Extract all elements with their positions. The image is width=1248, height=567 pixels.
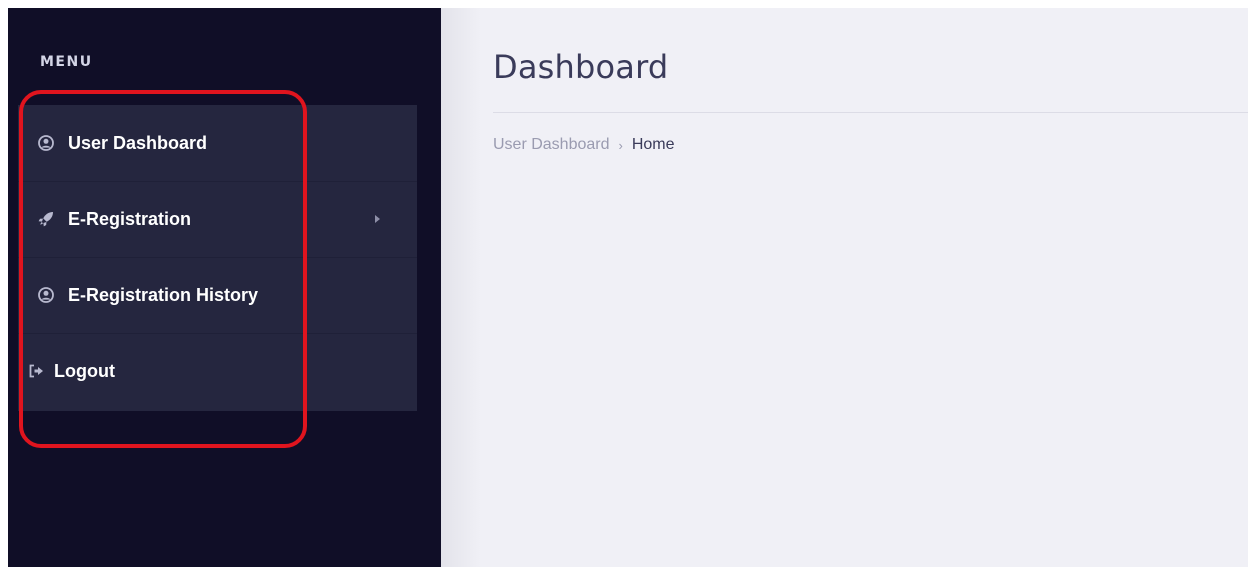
- menu-panel: User Dashboard E-Registration E-Registra…: [18, 105, 417, 411]
- sign-out-icon: [28, 363, 44, 379]
- title-divider: [493, 112, 1248, 113]
- chevron-right-icon: [375, 215, 380, 223]
- sidebar-item-label: E-Registration: [68, 208, 192, 229]
- sidebar-item-e-registration[interactable]: E-Registration: [18, 181, 437, 257]
- menu-heading: MENU: [40, 54, 93, 70]
- user-circle-icon: [38, 287, 54, 303]
- app-window: MENU User Dashboard E-Registration E-Reg…: [8, 8, 1248, 567]
- sidebar-item-user-dashboard[interactable]: User Dashboard: [18, 105, 437, 181]
- sidebar-item-logout[interactable]: Logout: [18, 333, 427, 409]
- page-title: Dashboard: [493, 48, 669, 86]
- sidebar-item-e-registration-history[interactable]: E-Registration History: [18, 257, 437, 333]
- main-content: Dashboard User Dashboard › Home: [441, 8, 1248, 567]
- rocket-icon: [38, 211, 54, 227]
- breadcrumb-separator-icon: ›: [618, 137, 623, 153]
- sidebar: MENU User Dashboard E-Registration E-Reg…: [8, 8, 441, 567]
- user-circle-icon: [38, 135, 54, 151]
- sidebar-item-label: User Dashboard: [68, 132, 208, 153]
- sidebar-item-label: Logout: [54, 360, 115, 381]
- breadcrumb-current: Home: [631, 136, 675, 153]
- sidebar-item-label: E-Registration History: [68, 284, 259, 305]
- breadcrumb-link-user-dashboard[interactable]: User Dashboard: [493, 136, 610, 154]
- breadcrumb: User Dashboard › Home: [493, 136, 675, 154]
